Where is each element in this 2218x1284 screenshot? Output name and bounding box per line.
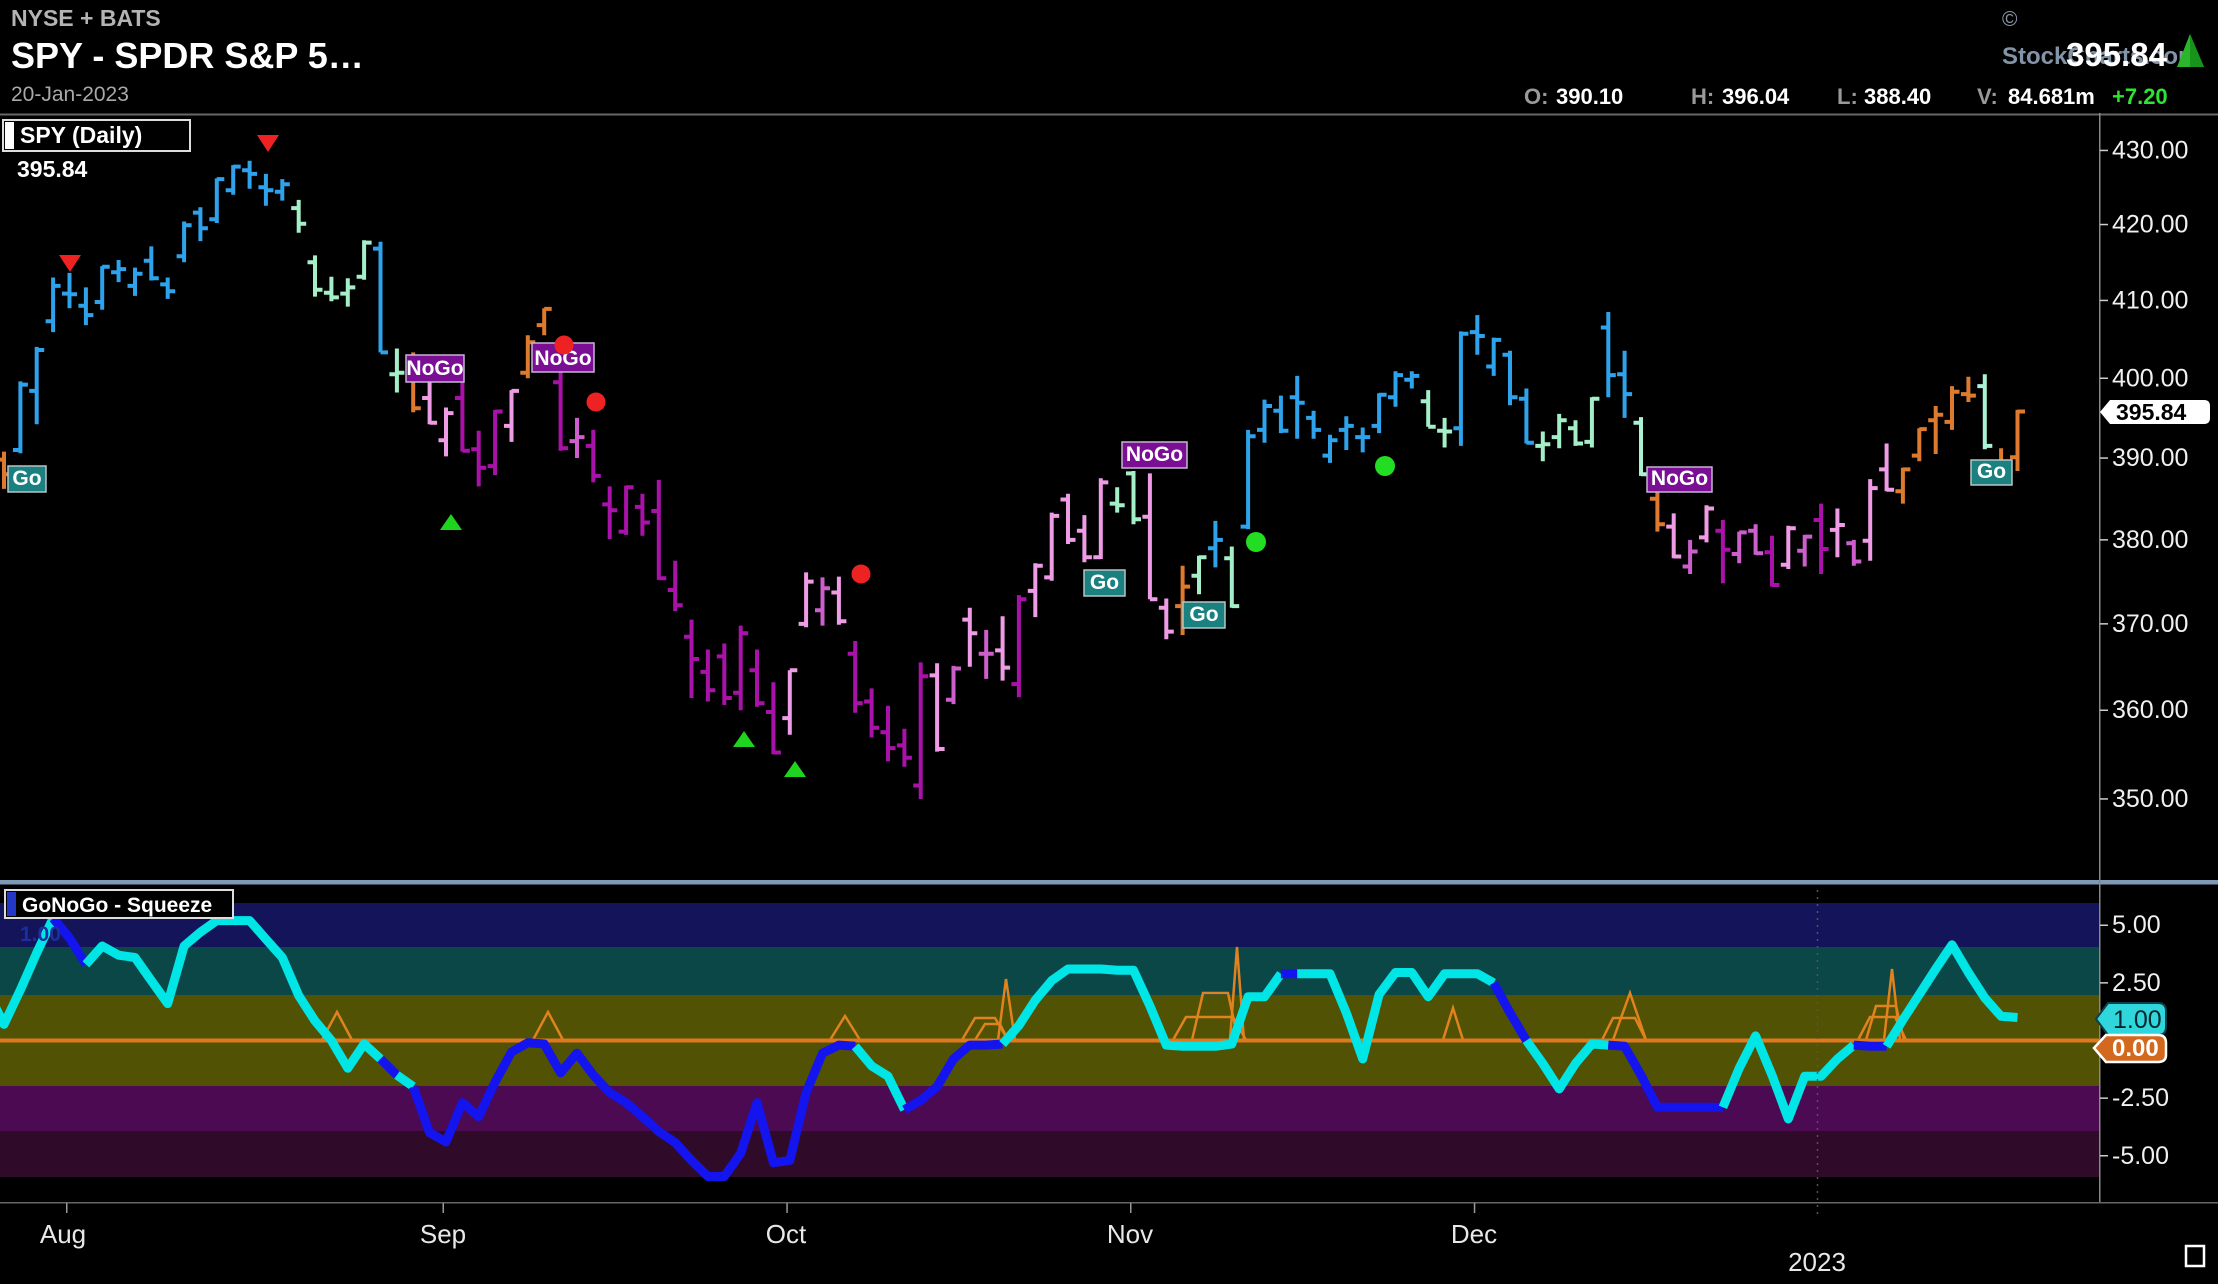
svg-text:395.84: 395.84 [17,156,88,182]
svg-text:2.50: 2.50 [2112,969,2161,997]
svg-text:Go: Go [1977,460,2006,483]
svg-text:Go: Go [1189,603,1218,626]
svg-text:-5.00: -5.00 [2112,1142,2169,1170]
svg-text:Dec: Dec [1451,1219,1497,1249]
svg-text:SPY (Daily): SPY (Daily) [20,122,142,148]
svg-text:370.00: 370.00 [2112,610,2188,638]
svg-text:390.00: 390.00 [2112,444,2188,472]
svg-text:GoNoGo - Squeeze: GoNoGo - Squeeze [22,894,212,917]
svg-text:Sep: Sep [420,1219,466,1249]
svg-text:395.84: 395.84 [2116,399,2187,425]
svg-text:0.00: 0.00 [2112,1035,2159,1062]
svg-text:H:: H: [1691,84,1714,109]
svg-text:1.00: 1.00 [20,923,61,946]
svg-text:©: © [2002,8,2018,31]
svg-text:388.40: 388.40 [1864,84,1931,109]
svg-text:20-Jan-2023: 20-Jan-2023 [11,83,129,106]
svg-text:1.00: 1.00 [2113,1006,2162,1034]
svg-text:360.00: 360.00 [2112,696,2188,724]
svg-text:Aug: Aug [40,1219,86,1249]
svg-text:350.00: 350.00 [2112,785,2188,813]
svg-text:2023: 2023 [1788,1247,1846,1277]
svg-text:Go: Go [1090,571,1119,594]
svg-text:395.84: 395.84 [2066,36,2168,73]
svg-text:SPY - SPDR S&P 5…: SPY - SPDR S&P 5… [11,35,364,76]
svg-text:L:: L: [1837,84,1858,109]
svg-text:420.00: 420.00 [2112,211,2188,239]
svg-text:NoGo: NoGo [1651,467,1708,490]
svg-text:400.00: 400.00 [2112,364,2188,392]
svg-text:V:: V: [1977,84,1998,109]
svg-text:5.00: 5.00 [2112,911,2161,939]
svg-text:-2.50: -2.50 [2112,1084,2169,1112]
svg-text:84.681m: 84.681m [2008,84,2095,109]
svg-text:NoGo: NoGo [1126,443,1183,466]
svg-text:380.00: 380.00 [2112,526,2188,554]
svg-text:410.00: 410.00 [2112,287,2188,315]
svg-text:NYSE + BATS: NYSE + BATS [11,5,161,31]
svg-text:Oct: Oct [766,1219,807,1249]
svg-text:Nov: Nov [1107,1219,1153,1249]
svg-text:390.10: 390.10 [1556,84,1623,109]
svg-text:+7.20: +7.20 [2112,84,2168,109]
svg-text:430.00: 430.00 [2112,136,2188,164]
svg-text:Go: Go [12,467,41,490]
svg-text:NoGo: NoGo [406,357,463,380]
svg-text:396.04: 396.04 [1722,84,1790,109]
svg-text:O:: O: [1524,84,1548,109]
